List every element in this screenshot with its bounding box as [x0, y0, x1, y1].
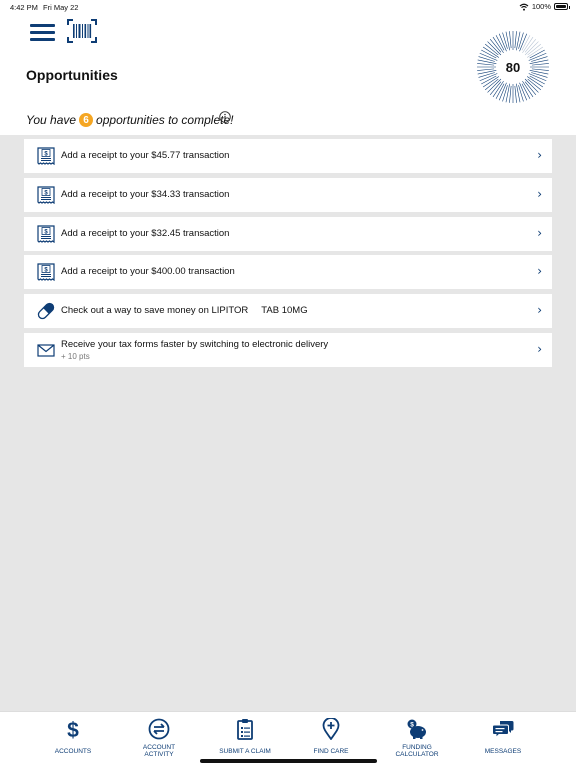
summary-prefix: You have	[26, 113, 77, 127]
opportunity-label: Check out a way to save money on LIPITOR…	[61, 305, 308, 317]
chat-bubbles-icon	[492, 721, 514, 739]
status-bar: 4:42 PM Fri May 22 100%	[0, 0, 576, 14]
battery-percent: 100%	[531, 2, 551, 11]
receipt-icon: $	[37, 147, 55, 166]
opportunity-row[interactable]: Receive your tax forms faster by switchi…	[24, 332, 552, 367]
tab-messages[interactable]: MESSAGES	[463, 716, 543, 762]
tab-accounts[interactable]: $ ACCOUNTS	[33, 716, 113, 762]
receipt-icon: $	[37, 186, 55, 204]
chevron-right-icon: ›	[537, 225, 542, 240]
dollar-icon: $	[67, 719, 79, 740]
header: Opportunities 80 You have 6 opportunitie…	[0, 14, 576, 135]
tab-label: FIND CARE	[313, 748, 349, 755]
opportunity-row[interactable]: $ Add a receipt to your $400.00 transact…	[24, 255, 552, 290]
svg-text:$: $	[410, 722, 414, 729]
opportunity-row[interactable]: $ Add a receipt to your $32.45 transacti…	[24, 216, 552, 251]
receipt-icon: $	[37, 224, 55, 243]
opportunity-row[interactable]: $ Add a receipt to your $34.33 transacti…	[24, 177, 552, 212]
home-indicator	[200, 759, 377, 763]
wifi-icon	[519, 3, 529, 11]
status-time: 4:42 PM	[10, 3, 38, 12]
opportunity-label: Add a receipt to your $34.33 transaction	[61, 188, 230, 200]
chevron-right-icon: ›	[537, 303, 542, 318]
pill-icon	[37, 303, 55, 320]
summary-suffix: opportunities to complete!	[96, 113, 234, 127]
status-date: Fri May 22	[43, 3, 79, 12]
page-title: Opportunities	[26, 67, 118, 83]
opportunities-list: $ Add a receipt to your $45.77 transacti…	[24, 139, 552, 372]
tab-account-activity[interactable]: ACCOUNT ACTIVITY	[119, 716, 199, 762]
tab-label: ACCOUNT ACTIVITY	[142, 744, 176, 758]
hamburger-menu-icon[interactable]	[30, 24, 55, 41]
info-icon[interactable]	[219, 111, 231, 123]
opportunities-summary: You have 6 opportunities to complete!	[26, 113, 233, 127]
chevron-right-icon: ›	[537, 264, 542, 279]
barcode-scan-icon[interactable]	[67, 19, 97, 43]
tab-label: ACCOUNTS	[54, 748, 92, 755]
tab-label: FUNDING CALCULATOR	[395, 744, 439, 758]
opportunity-label: Add a receipt to your $32.45 transaction	[61, 227, 230, 239]
chevron-right-icon: ›	[537, 186, 542, 201]
svg-text:$: $	[67, 719, 79, 740]
points-label: + 10 pts	[61, 351, 90, 361]
receipt-icon: $	[37, 263, 55, 282]
clipboard-icon	[237, 719, 253, 740]
tab-submit-claim[interactable]: SUBMIT A CLAIM	[205, 716, 285, 762]
battery-icon	[554, 3, 570, 10]
tab-label: MESSAGES	[484, 748, 522, 755]
opportunity-label: Add a receipt to your $45.77 transaction	[61, 150, 230, 161]
opportunity-label: Add a receipt to your $400.00 transactio…	[61, 266, 235, 278]
tab-find-care[interactable]: FIND CARE	[291, 716, 371, 762]
opportunity-row[interactable]: $ Add a receipt to your $45.77 transacti…	[24, 139, 552, 173]
piggy-bank-icon: $	[407, 719, 426, 739]
chevron-right-icon: ›	[537, 341, 542, 356]
status-right: 100%	[519, 2, 570, 11]
opportunity-row[interactable]: Check out a way to save money on LIPITOR…	[24, 294, 552, 329]
opportunity-label: Receive your tax forms faster by switchi…	[61, 338, 329, 350]
envelope-icon	[37, 344, 55, 357]
opportunity-count-badge: 6	[79, 113, 94, 127]
score-value: 80	[505, 59, 521, 75]
chevron-right-icon: ›	[537, 148, 542, 162]
tab-funding-calculator[interactable]: $ FUNDING CALCULATOR	[377, 716, 457, 762]
location-plus-icon	[322, 718, 340, 740]
exchange-icon	[148, 718, 170, 740]
tab-label: SUBMIT A CLAIM	[219, 748, 271, 755]
